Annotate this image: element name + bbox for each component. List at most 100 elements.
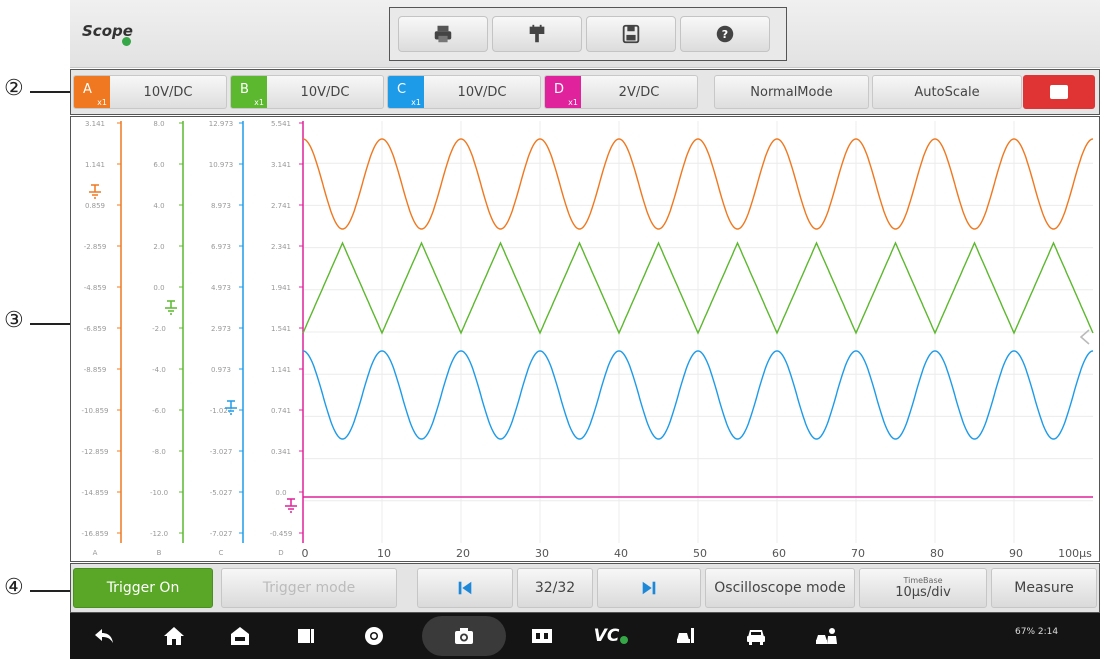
axis-tick-label: 2.973	[211, 325, 231, 333]
pin-button[interactable]	[492, 16, 582, 52]
channel-a-button[interactable]: A x1 10V/DC	[73, 75, 227, 109]
axis-tick-label: -16.859	[81, 530, 108, 538]
axis-tick-label: -8.0	[152, 448, 166, 456]
vehicle-scan-icon	[677, 628, 694, 643]
channel-a-letter: A	[83, 82, 92, 97]
axis-tick-label: 1.541	[271, 325, 291, 333]
save-button[interactable]	[586, 16, 676, 52]
trigger-on-button[interactable]: Trigger On	[73, 568, 213, 608]
axis-tick-label: 4.0	[153, 202, 164, 210]
car-icon	[747, 630, 765, 645]
axis-channel-letter: D	[278, 549, 283, 557]
last-page-button[interactable]	[597, 568, 701, 608]
home-button[interactable]	[154, 613, 194, 659]
callout-3: ③	[4, 308, 24, 333]
waveform-svg: 3.141 1.141 0.859 -2.859 -4.859 -6.859 -8.859 -…	[81, 120, 1094, 560]
camera-icon	[455, 628, 473, 644]
axis-tick-label: -7.027	[210, 530, 233, 538]
waveform-display[interactable]: 3.141 1.141 0.859 -2.859 -4.859 -6.859 -8.859 -…	[70, 116, 1100, 562]
axis-tick-label: 0.341	[271, 448, 291, 456]
callout-3-line	[30, 323, 70, 325]
screenshot-button[interactable]	[444, 613, 484, 659]
inbox-button[interactable]	[220, 613, 260, 659]
ground-marker-a-icon	[89, 184, 101, 199]
x-tick-label: 70	[851, 547, 865, 560]
callout-4: ④	[4, 575, 24, 600]
ground-marker-b-icon	[165, 300, 177, 315]
vci-label: VC	[593, 626, 620, 646]
axis-tick-label: -14.859	[81, 489, 108, 497]
page: ① ② ③ ④ Scope ? A x1	[0, 0, 1110, 659]
axis-tick-label: -4.0	[152, 366, 166, 374]
vci-button[interactable]: VC	[586, 613, 636, 659]
status-bar-text: 67% 2:14	[1015, 627, 1059, 637]
normal-mode-button[interactable]: NormalMode	[714, 75, 869, 109]
axis-tick-label: 6.973	[211, 243, 231, 251]
trigger-mode-button[interactable]: Trigger mode	[221, 568, 397, 608]
axis-tick-label: -6.0	[152, 407, 166, 415]
channel-c-multiplier: x1	[411, 98, 421, 107]
timebase-button[interactable]: TimeBase 10µs/div	[859, 568, 987, 608]
recent-apps-icon	[298, 629, 314, 643]
axis-tick-label: -3.027	[210, 448, 233, 456]
timebase-caption: TimeBase	[903, 576, 943, 585]
status-dot-icon	[122, 37, 131, 46]
axis-tick-label: 6.0	[153, 161, 164, 169]
back-button[interactable]	[84, 613, 124, 659]
car-button[interactable]	[736, 613, 776, 659]
x-tick-label: 60	[772, 547, 786, 560]
print-button[interactable]	[398, 16, 488, 52]
x-tick-label: 80	[930, 547, 944, 560]
service-button[interactable]	[806, 613, 846, 659]
oscilloscope-mode-button[interactable]: Oscilloscope mode	[705, 568, 855, 608]
channel-d-range: 2V/DC	[618, 84, 660, 100]
axis-tick-label: 8.973	[211, 202, 231, 210]
axis-tick-label: 0.741	[271, 407, 291, 415]
axis-tick-label: -12.0	[150, 530, 168, 538]
axis-channel-letter: A	[93, 549, 98, 557]
page-indicator: 32/32	[517, 568, 593, 608]
axis-tick-label: 0.859	[85, 202, 105, 210]
axis-tick-label: 3.141	[271, 161, 291, 169]
help-button[interactable]: ?	[680, 16, 770, 52]
axis-tick-label: 1.141	[85, 161, 105, 169]
service-icon	[816, 628, 837, 644]
first-page-button[interactable]	[417, 568, 513, 608]
axis-tick-label: 1.941	[271, 284, 291, 292]
channel-b-multiplier: x1	[254, 98, 264, 107]
inbox-icon	[231, 627, 249, 645]
measure-button[interactable]: Measure	[991, 568, 1097, 608]
axis-tick-label: -6.859	[84, 325, 107, 333]
save-icon	[622, 24, 640, 44]
stop-button[interactable]	[1023, 75, 1095, 109]
channel-d-letter: D	[554, 82, 565, 97]
callout-2-line	[30, 91, 70, 93]
channel-d-tag: D x1	[545, 76, 581, 108]
channel-b-tag: B x1	[231, 76, 267, 108]
channel-c-button[interactable]: C x1 10V/DC	[387, 75, 541, 109]
screen-record-icon	[532, 629, 552, 643]
autoscale-button[interactable]: AutoScale	[872, 75, 1022, 109]
axis-channel-letter: B	[157, 549, 162, 557]
x-tick-label: 100µs	[1058, 547, 1092, 560]
channel-d-button[interactable]: D x1 2V/DC	[544, 75, 698, 109]
print-icon	[434, 25, 452, 43]
axis-tick-label: -8.859	[84, 366, 107, 374]
channel-d-multiplier: x1	[568, 98, 578, 107]
channel-b-button[interactable]: B x1 10V/DC	[230, 75, 384, 109]
axis-tick-label: 12.973	[209, 120, 234, 128]
recent-apps-button[interactable]	[286, 613, 326, 659]
channel-c-tag: C x1	[388, 76, 424, 108]
channel-b-letter: B	[240, 82, 249, 97]
axis-tick-label: 8.0	[153, 120, 164, 128]
axis-tick-label: 2.341	[271, 243, 291, 251]
screen-record-button[interactable]	[522, 613, 562, 659]
browser-button[interactable]	[354, 613, 394, 659]
channel-bar: A x1 10V/DC B x1 10V/DC C x1 10V/DC D x1	[70, 69, 1100, 115]
axis-tick-label: 0.973	[211, 366, 231, 374]
ground-marker-d-icon	[285, 498, 297, 513]
axis-tick-label: 2.741	[271, 202, 291, 210]
axis-tick-label: 0.0	[275, 489, 286, 497]
axis-tick-label: -0.459	[270, 530, 293, 538]
vehicle-scan-button[interactable]	[666, 613, 706, 659]
